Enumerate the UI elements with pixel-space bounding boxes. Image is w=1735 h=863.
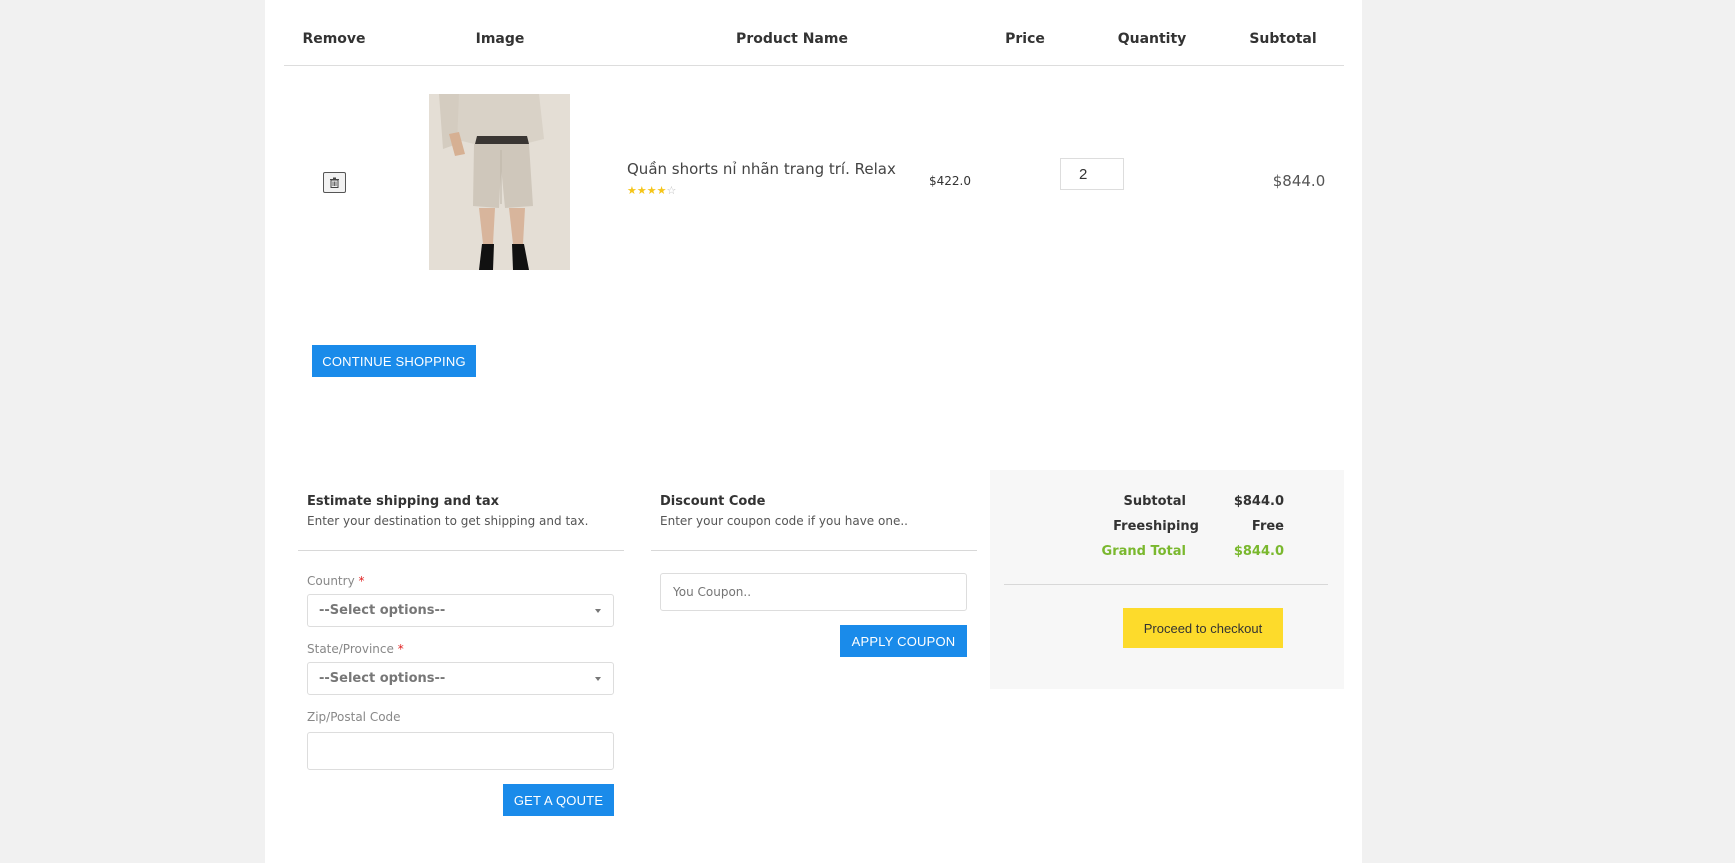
totals-divider: [1004, 584, 1328, 585]
product-price: $422.0: [929, 174, 971, 188]
chevron-down-icon: [595, 677, 601, 681]
header-price: Price: [1005, 31, 1045, 47]
header-quantity: Quantity: [1117, 31, 1187, 47]
header-product-name: Product Name: [736, 31, 848, 47]
discount-divider: [651, 550, 977, 551]
proceed-to-checkout-button[interactable]: Proceed to checkout: [1123, 608, 1283, 648]
get-quote-button[interactable]: GET A QOUTE: [503, 784, 614, 816]
totals-shipping-value: Free: [1251, 519, 1284, 534]
product-image[interactable]: [429, 94, 570, 270]
star-empty-icon: ☆: [666, 184, 677, 197]
state-select[interactable]: --Select options--: [307, 662, 614, 695]
order-totals-box: Subtotal $844.0 Freeshiping Free Grand T…: [990, 470, 1344, 689]
discount-title: Discount Code: [660, 494, 766, 509]
continue-shopping-button[interactable]: CONTINUE SHOPPING: [312, 345, 476, 377]
cart-table-header: Remove Image Product Name Price Quantity…: [284, 0, 1344, 66]
remove-item-button[interactable]: [323, 172, 346, 193]
discount-subtitle: Enter your coupon code if you have one..: [660, 514, 908, 528]
quantity-input[interactable]: [1060, 158, 1124, 190]
state-select-value: --Select options--: [319, 671, 446, 686]
apply-coupon-button[interactable]: APPLY COUPON: [840, 625, 967, 657]
state-label: State/Province *: [307, 642, 404, 656]
header-image: Image: [475, 31, 525, 47]
country-select-value: --Select options--: [319, 603, 446, 618]
zip-label: Zip/Postal Code: [307, 710, 401, 724]
row-subtotal: $844.0: [1272, 172, 1326, 190]
country-label: Country *: [307, 574, 365, 588]
chevron-down-icon: [595, 609, 601, 613]
rating-stars: ★★★★☆: [627, 184, 676, 197]
grand-total-label: Grand Total: [1101, 544, 1186, 559]
header-subtotal: Subtotal: [1249, 31, 1317, 47]
totals-shipping-label: Freeshiping: [1113, 519, 1199, 534]
trash-icon: [330, 177, 339, 188]
table-row: Quần shorts nỉ nhãn trang trí. Relax ★★★…: [284, 66, 1344, 296]
cart-page: Remove Image Product Name Price Quantity…: [265, 0, 1362, 863]
star-filled-icon: ★★★★: [627, 184, 667, 197]
totals-subtotal-label: Subtotal: [1123, 494, 1186, 509]
totals-subtotal-value: $844.0: [1233, 494, 1284, 509]
product-photo-shorts: [429, 94, 570, 270]
product-name[interactable]: Quần shorts nỉ nhãn trang trí. Relax: [627, 160, 896, 178]
shipping-title: Estimate shipping and tax: [307, 494, 499, 509]
grand-total-value: $844.0: [1233, 544, 1284, 559]
shipping-divider: [298, 550, 624, 551]
zip-input[interactable]: [307, 732, 614, 770]
country-select[interactable]: --Select options--: [307, 594, 614, 627]
header-remove: Remove: [302, 31, 366, 47]
coupon-input[interactable]: [660, 573, 967, 611]
shipping-subtitle: Enter your destination to get shipping a…: [307, 514, 589, 528]
cart-table: Remove Image Product Name Price Quantity…: [284, 0, 1344, 296]
